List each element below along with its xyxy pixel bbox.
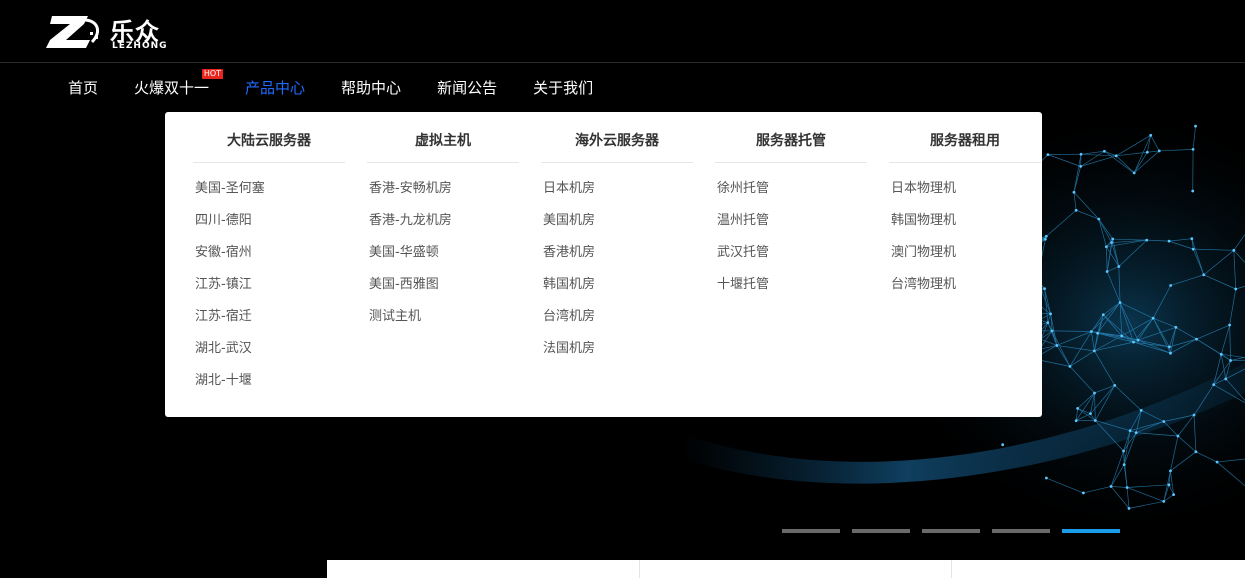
dropdown-link[interactable]: 香港机房 [543, 241, 693, 273]
dropdown-link[interactable]: 法国机房 [543, 337, 693, 369]
slider-dot-active[interactable] [1062, 529, 1120, 533]
slider-dot[interactable] [852, 529, 910, 533]
nav-item-double-eleven[interactable]: 火爆双十一 HOT [116, 63, 227, 113]
dropdown-link[interactable]: 安徽-宿州 [195, 241, 345, 273]
logo-z-icon [46, 16, 100, 48]
dropdown-link[interactable]: 日本物理机 [891, 177, 1041, 209]
column-list: 徐州托管 温州托管 武汉托管 十堰托管 [715, 163, 867, 305]
dropdown-link[interactable]: 美国机房 [543, 209, 693, 241]
nav-item-label: 首页 [68, 79, 99, 97]
dropdown-link[interactable]: 台湾机房 [543, 305, 693, 337]
nav-item-news[interactable]: 新闻公告 [419, 63, 515, 113]
dropdown-link[interactable]: 台湾物理机 [891, 273, 1041, 305]
dropdown-link[interactable]: 日本机房 [543, 177, 693, 209]
nav-item-label: 关于我们 [533, 79, 594, 97]
dropdown-link[interactable]: 十堰托管 [717, 273, 867, 305]
column-title: 虚拟主机 [367, 112, 519, 163]
products-dropdown: 大陆云服务器 美国-圣何塞 四川-德阳 安徽-宿州 江苏-镇江 江苏-宿迁 湖北… [165, 112, 1042, 417]
dropdown-link[interactable]: 美国-华盛顿 [369, 241, 519, 273]
column-list: 美国-圣何塞 四川-德阳 安徽-宿州 江苏-镇江 江苏-宿迁 湖北-武汉 湖北-… [193, 163, 345, 401]
dropdown-link[interactable]: 香港-九龙机房 [369, 209, 519, 241]
slider-dot[interactable] [782, 529, 840, 533]
dropdown-link[interactable]: 武汉托管 [717, 241, 867, 273]
nav-item-about[interactable]: 关于我们 [515, 63, 611, 113]
dropdown-column: 海外云服务器 日本机房 美国机房 香港机房 韩国机房 台湾机房 法国机房 [541, 112, 693, 369]
column-title: 大陆云服务器 [193, 112, 345, 163]
column-list: 香港-安畅机房 香港-九龙机房 美国-华盛顿 美国-西雅图 测试主机 [367, 163, 519, 337]
dropdown-link[interactable]: 美国-圣何塞 [195, 177, 345, 209]
logo[interactable]: 乐众 LEZHONG [44, 8, 174, 56]
feature-cards-strip [327, 560, 1245, 578]
card-divider [951, 560, 952, 578]
dropdown-link[interactable]: 江苏-宿迁 [195, 305, 345, 337]
slider-dot[interactable] [992, 529, 1050, 533]
column-list: 日本机房 美国机房 香港机房 韩国机房 台湾机房 法国机房 [541, 163, 693, 369]
dropdown-link[interactable]: 美国-西雅图 [369, 273, 519, 305]
slider-dot[interactable] [922, 529, 980, 533]
column-title: 服务器租用 [889, 112, 1041, 163]
dropdown-link[interactable]: 江苏-镇江 [195, 273, 345, 305]
dropdown-link[interactable]: 徐州托管 [717, 177, 867, 209]
dropdown-column: 大陆云服务器 美国-圣何塞 四川-德阳 安徽-宿州 江苏-镇江 江苏-宿迁 湖北… [193, 112, 345, 401]
nav-item-home[interactable]: 首页 [50, 63, 116, 113]
nav-item-label: 火爆双十一 [134, 79, 210, 97]
nav-item-label: 帮助中心 [341, 79, 402, 97]
dropdown-link[interactable]: 香港-安畅机房 [369, 177, 519, 209]
dropdown-link[interactable]: 四川-德阳 [195, 209, 345, 241]
hot-badge: HOT [201, 69, 224, 79]
dropdown-link[interactable]: 温州托管 [717, 209, 867, 241]
dropdown-link[interactable]: 湖北-武汉 [195, 337, 345, 369]
dropdown-link[interactable]: 测试主机 [369, 305, 519, 337]
dropdown-column: 虚拟主机 香港-安畅机房 香港-九龙机房 美国-华盛顿 美国-西雅图 测试主机 [367, 112, 519, 337]
column-title: 服务器托管 [715, 112, 867, 163]
nav-item-help[interactable]: 帮助中心 [323, 63, 419, 113]
card-divider [639, 560, 640, 578]
nav-item-label: 产品中心 [245, 79, 306, 97]
logo-text-en: LEZHONG [112, 41, 168, 51]
main-nav: 首页 火爆双十一 HOT 产品中心 帮助中心 新闻公告 关于我们 [50, 63, 611, 113]
slider-pagination [782, 529, 1132, 533]
dropdown-link[interactable]: 韩国机房 [543, 273, 693, 305]
nav-item-products[interactable]: 产品中心 [227, 63, 323, 113]
column-title: 海外云服务器 [541, 112, 693, 163]
site-header: 乐众 LEZHONG [0, 0, 1245, 63]
page: 乐众 LEZHONG 首页 火爆双十一 HOT 产品中心 帮助中心 新闻公告 关… [0, 0, 1245, 578]
dropdown-column: 服务器租用 日本物理机 韩国物理机 澳门物理机 台湾物理机 [889, 112, 1041, 305]
dropdown-link[interactable]: 澳门物理机 [891, 241, 1041, 273]
dropdown-column: 服务器托管 徐州托管 温州托管 武汉托管 十堰托管 [715, 112, 867, 305]
nav-item-label: 新闻公告 [437, 79, 498, 97]
dropdown-link[interactable]: 韩国物理机 [891, 209, 1041, 241]
dropdown-link[interactable]: 湖北-十堰 [195, 369, 345, 401]
column-list: 日本物理机 韩国物理机 澳门物理机 台湾物理机 [889, 163, 1041, 305]
